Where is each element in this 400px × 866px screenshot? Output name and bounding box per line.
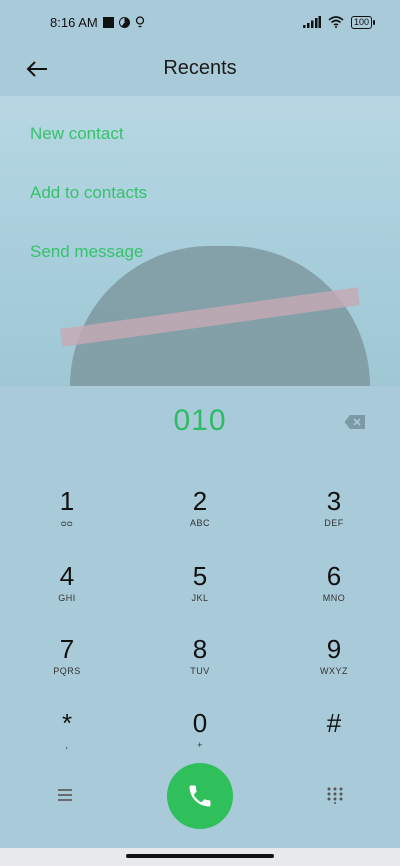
- status-time: 8:16 AM: [50, 14, 98, 30]
- home-indicator[interactable]: [126, 854, 274, 858]
- key-4[interactable]: 4 GHI: [17, 561, 117, 621]
- key-6[interactable]: 6 MNO: [284, 561, 384, 621]
- send-message-option[interactable]: Send message: [30, 242, 143, 262]
- key-digit: 2: [192, 486, 208, 516]
- key-letters: MNO: [322, 593, 346, 603]
- key-digit: #: [326, 708, 342, 738]
- key-letters: +: [197, 740, 203, 750]
- key-digit: 5: [192, 561, 208, 591]
- key-8[interactable]: 8 TUV: [150, 634, 250, 694]
- key-digit: 3: [326, 486, 342, 516]
- key-letters: JKL: [191, 593, 209, 603]
- key-hash[interactable]: #: [284, 708, 384, 768]
- key-digit: *: [61, 708, 73, 738]
- status-bar: 8:16 AM 100: [0, 0, 400, 44]
- key-digit: 4: [59, 561, 75, 591]
- dialpad-icon[interactable]: [326, 786, 344, 804]
- key-letters: TUV: [190, 666, 210, 676]
- key-7[interactable]: 7 PQRS: [17, 634, 117, 694]
- dialed-number: 010: [173, 404, 227, 437]
- key-star[interactable]: * ,: [17, 708, 117, 768]
- key-digit: 8: [192, 634, 208, 664]
- key-digit: 1: [59, 486, 75, 516]
- add-to-contacts-option[interactable]: Add to contacts: [30, 183, 147, 203]
- dialer-actions: [0, 760, 400, 840]
- key-9[interactable]: 9 WXYZ: [284, 634, 384, 694]
- key-digit: 0: [192, 708, 208, 738]
- notification-square-icon: [102, 16, 114, 28]
- key-letters: ABC: [189, 518, 210, 528]
- key-letters: ,: [65, 740, 69, 750]
- data-saver-icon: [118, 16, 130, 28]
- key-letters: WXYZ: [320, 666, 348, 676]
- key-letters: GHI: [58, 593, 76, 603]
- key-digit: 6: [326, 561, 342, 591]
- key-digit: 9: [326, 634, 342, 664]
- phone-icon: [189, 785, 211, 807]
- backspace-icon[interactable]: [344, 414, 366, 430]
- key-3[interactable]: 3 DEF: [284, 486, 384, 546]
- header: Recents: [0, 44, 400, 96]
- signal-icon: [302, 16, 321, 28]
- key-2[interactable]: 2 ABC: [150, 486, 250, 546]
- key-letters: DEF: [324, 518, 344, 528]
- number-display: 010: [0, 400, 400, 444]
- key-5[interactable]: 5 JKL: [150, 561, 250, 621]
- key-0[interactable]: 0 +: [150, 708, 250, 768]
- lightbulb-icon: [135, 16, 144, 28]
- page-title: Recents: [163, 57, 237, 79]
- wifi-icon: [328, 16, 344, 28]
- key-digit: 7: [59, 634, 75, 664]
- navigation-bar: [0, 846, 400, 866]
- menu-lines-icon[interactable]: [56, 788, 74, 802]
- status-right: 100: [302, 15, 376, 29]
- battery-indicator: 100: [350, 15, 376, 29]
- key-letters: PQRS: [53, 666, 81, 676]
- call-button[interactable]: [167, 763, 233, 829]
- new-contact-option[interactable]: New contact: [30, 124, 124, 144]
- voicemail-icon: ᴑᴑ: [61, 518, 73, 528]
- status-left: 8:16 AM: [50, 15, 145, 30]
- key-1[interactable]: 1 ᴑᴑ: [17, 486, 117, 546]
